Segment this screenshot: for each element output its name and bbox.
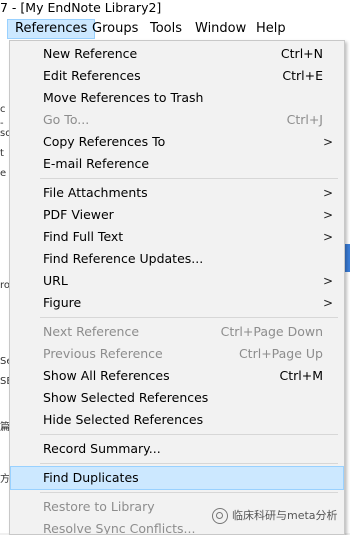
menu-item-url[interactable]: URL > [11,270,343,292]
wechat-icon [212,508,228,524]
menu-item-new-reference[interactable]: New Reference Ctrl+N [11,43,343,65]
chevron-right-icon: > [322,208,333,222]
chevron-right-icon: > [322,274,333,288]
menu-groups[interactable]: Groups [85,20,145,38]
menu-item-label: Previous Reference [43,346,163,361]
menu-item-label: File Attachments [43,185,148,200]
menu-item-email-reference[interactable]: E-mail Reference [11,153,343,175]
menu-item-move-to-trash[interactable]: Move References to Trash [11,87,343,109]
menu-item-label: Restore to Library [43,499,155,514]
menu-item-figure[interactable]: Figure > [11,292,343,314]
menu-item-label: Move References to Trash [43,90,204,105]
menu-separator [40,492,338,493]
menu-references[interactable]: References [7,19,96,39]
menu-separator [40,178,338,179]
menu-item-label: New Reference [43,46,138,61]
menu-item-go-to: Go To... Ctrl+J [11,109,343,131]
menu-item-label: URL [43,273,68,288]
chevron-right-icon: > [322,135,333,149]
menu-item-label: Next Reference [43,324,140,339]
menu-item-shortcut: Ctrl+Page Down [220,324,323,339]
menu-separator [40,434,338,435]
menu-item-hide-selected-references[interactable]: Hide Selected References [11,409,343,431]
menu-item-next-reference: Next Reference Ctrl+Page Down [11,321,343,343]
window-title-bar: 7 - [My EndNote Library2] [0,0,350,18]
menu-tools[interactable]: Tools [143,20,189,38]
window-title: 7 - [My EndNote Library2] [0,0,162,15]
menu-item-copy-references-to[interactable]: Copy References To > [11,131,343,153]
menu-separator [40,317,338,318]
menu-item-label: Figure [43,295,82,310]
menu-item-find-full-text[interactable]: Find Full Text > [11,226,343,248]
menu-item-label: Show All References [43,368,170,383]
menu-item-record-summary[interactable]: Record Summary... [11,438,343,460]
menu-window[interactable]: Window [188,20,253,38]
menu-item-label: Find Full Text [43,229,124,244]
watermark: 临床科研与meta分析 [208,504,342,528]
menu-item-label: PDF Viewer [43,207,114,222]
menu-item-find-duplicates[interactable]: Find Duplicates [10,466,344,490]
menu-item-label: Hide Selected References [43,412,204,427]
chevron-right-icon: > [322,186,333,200]
menu-item-pdf-viewer[interactable]: PDF Viewer > [11,204,343,226]
menu-item-edit-references[interactable]: Edit References Ctrl+E [11,65,343,87]
menu-item-label: Find Reference Updates... [43,251,204,266]
watermark-text: 临床科研与meta分析 [232,509,338,522]
references-dropdown-menu: New Reference Ctrl+N Edit References Ctr… [9,40,345,535]
menu-item-shortcut: Ctrl+E [282,68,323,83]
menu-item-label: Resolve Sync Conflicts... [43,521,196,535]
menu-item-show-selected-references[interactable]: Show Selected References [11,387,343,409]
menu-separator [40,463,338,464]
menu-item-find-reference-updates[interactable]: Find Reference Updates... [11,248,343,270]
menu-item-shortcut: Ctrl+Page Up [238,346,323,361]
menu-item-previous-reference: Previous Reference Ctrl+Page Up [11,343,343,365]
menu-bar: References Groups Tools Window Help [0,18,350,41]
menu-item-file-attachments[interactable]: File Attachments > [11,182,343,204]
menu-item-label: Copy References To [43,134,166,149]
menu-item-label: Find Duplicates [43,470,139,485]
menu-item-label: Record Summary... [43,441,161,456]
chevron-right-icon: > [322,296,333,310]
menu-item-show-all-references[interactable]: Show All References Ctrl+M [11,365,343,387]
menu-item-shortcut: Ctrl+N [280,46,323,61]
menu-item-label: Show Selected References [43,390,209,405]
menu-help[interactable]: Help [249,20,293,38]
chevron-right-icon: > [322,230,333,244]
menu-item-label: E-mail Reference [43,156,150,171]
menu-item-label: Go To... [43,112,90,127]
menu-item-label: Edit References [43,68,141,83]
menu-item-shortcut: Ctrl+M [279,368,324,383]
menu-item-shortcut: Ctrl+J [286,112,323,127]
